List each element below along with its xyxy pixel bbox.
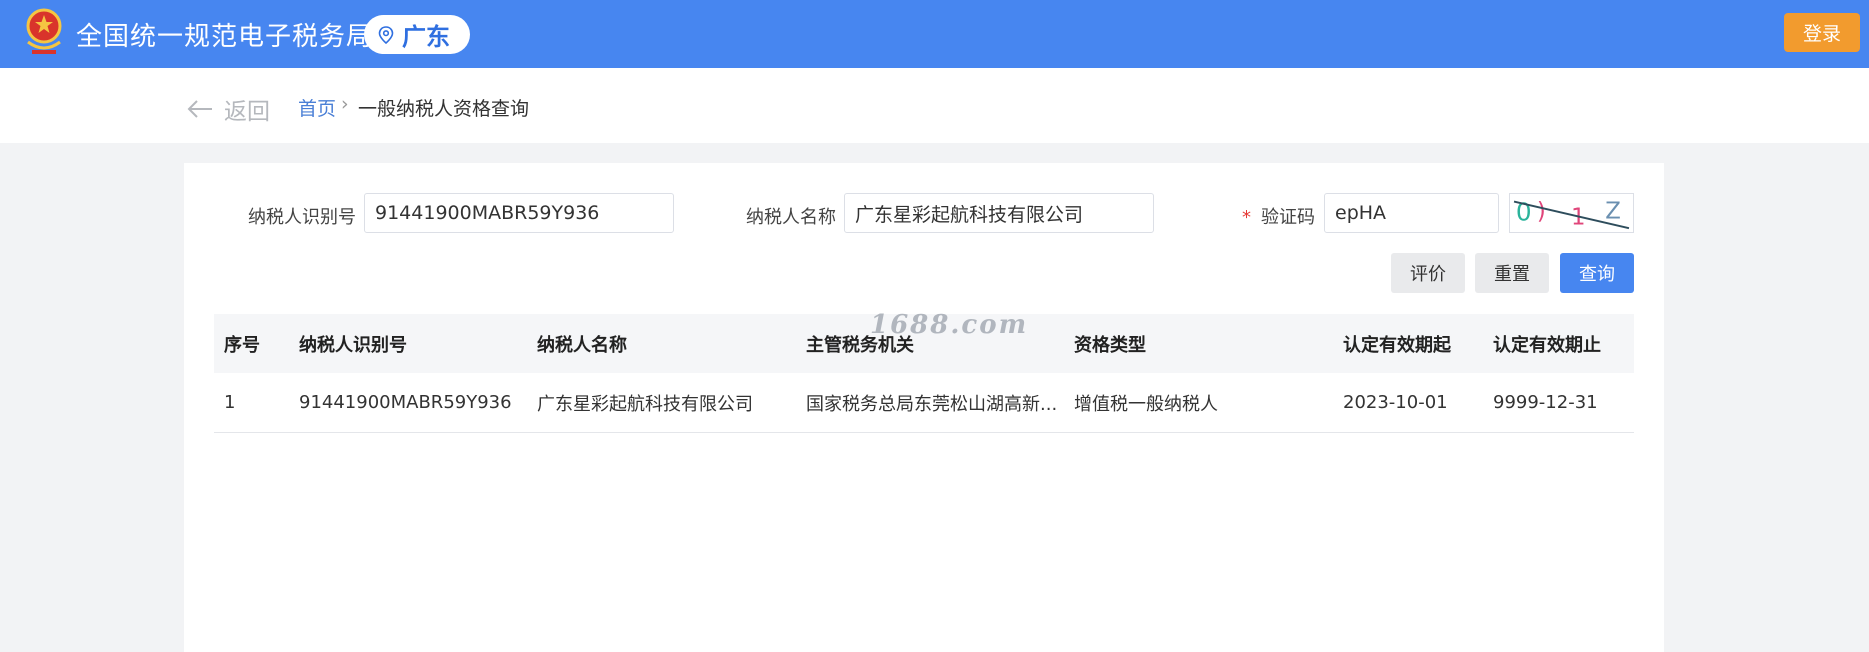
table-cell: 91441900MABR59Y936 [299, 392, 512, 413]
table-row: 1 91441900MABR59Y936 广东星彩起航科技有限公司 国家税务总局… [214, 373, 1634, 433]
back-button[interactable]: 返回 [186, 92, 270, 126]
table-cell: 1 [224, 392, 236, 413]
location-pin-icon [378, 25, 394, 44]
table-cell: 增值税一般纳税人 [1074, 393, 1218, 415]
national-emblem-icon [26, 8, 62, 54]
arrow-left-icon [187, 100, 212, 118]
table-cell: 9999-12-31 [1493, 392, 1598, 413]
top-header: 全国统一规范电子税务局 广东 登录 [0, 0, 1869, 68]
watermark: 1688.com [870, 310, 1029, 340]
captcha-label-group: * 验证码 [1242, 203, 1315, 229]
region-selector[interactable]: 广东 [364, 15, 470, 54]
column-header: 序号 [224, 334, 260, 356]
taxpayer-name-input[interactable] [844, 193, 1154, 233]
evaluate-button[interactable]: 评价 [1391, 253, 1465, 293]
reset-button[interactable]: 重置 [1475, 253, 1549, 293]
taxpayer-id-label: 纳税人识别号 [248, 207, 356, 228]
breadcrumb-bar: 返回 首页 › 一般纳税人资格查询 [0, 68, 1869, 143]
captcha-input[interactable] [1324, 193, 1499, 233]
taxpayer-name-label: 纳税人名称 [746, 207, 836, 228]
captcha-char-4: Z [1605, 199, 1621, 225]
breadcrumb-home-link[interactable]: 首页 [298, 94, 336, 121]
login-button[interactable]: 登录 [1784, 13, 1860, 52]
table-cell: 广东星彩起航科技有限公司 [537, 393, 753, 415]
captcha-label: 验证码 [1261, 207, 1315, 228]
query-card: 纳税人识别号 纳税人名称 * 验证码 0 ) 1 Z 评价 重置 查询 序号 纳税… [184, 163, 1664, 652]
required-mark: * [1242, 207, 1251, 228]
column-header: 资格类型 [1074, 334, 1146, 356]
region-label: 广东 [402, 23, 450, 51]
captcha-image[interactable]: 0 ) 1 Z [1509, 193, 1634, 233]
column-header: 纳税人识别号 [299, 334, 407, 356]
column-header: 认定有效期止 [1493, 334, 1601, 356]
breadcrumb-current: 一般纳税人资格查询 [358, 98, 530, 120]
column-header: 认定有效期起 [1343, 334, 1451, 356]
site-title: 全国统一规范电子税务局 [76, 22, 374, 52]
captcha-char-2: ) [1537, 199, 1546, 225]
column-header: 纳税人名称 [537, 334, 627, 356]
table-cell: 2023-10-01 [1343, 392, 1448, 413]
query-button[interactable]: 查询 [1560, 253, 1634, 293]
breadcrumb-separator: › [341, 93, 349, 115]
table-cell: 国家税务总局东莞松山湖高新... [806, 393, 1058, 415]
back-label: 返回 [224, 99, 270, 125]
taxpayer-id-input[interactable] [364, 193, 674, 233]
